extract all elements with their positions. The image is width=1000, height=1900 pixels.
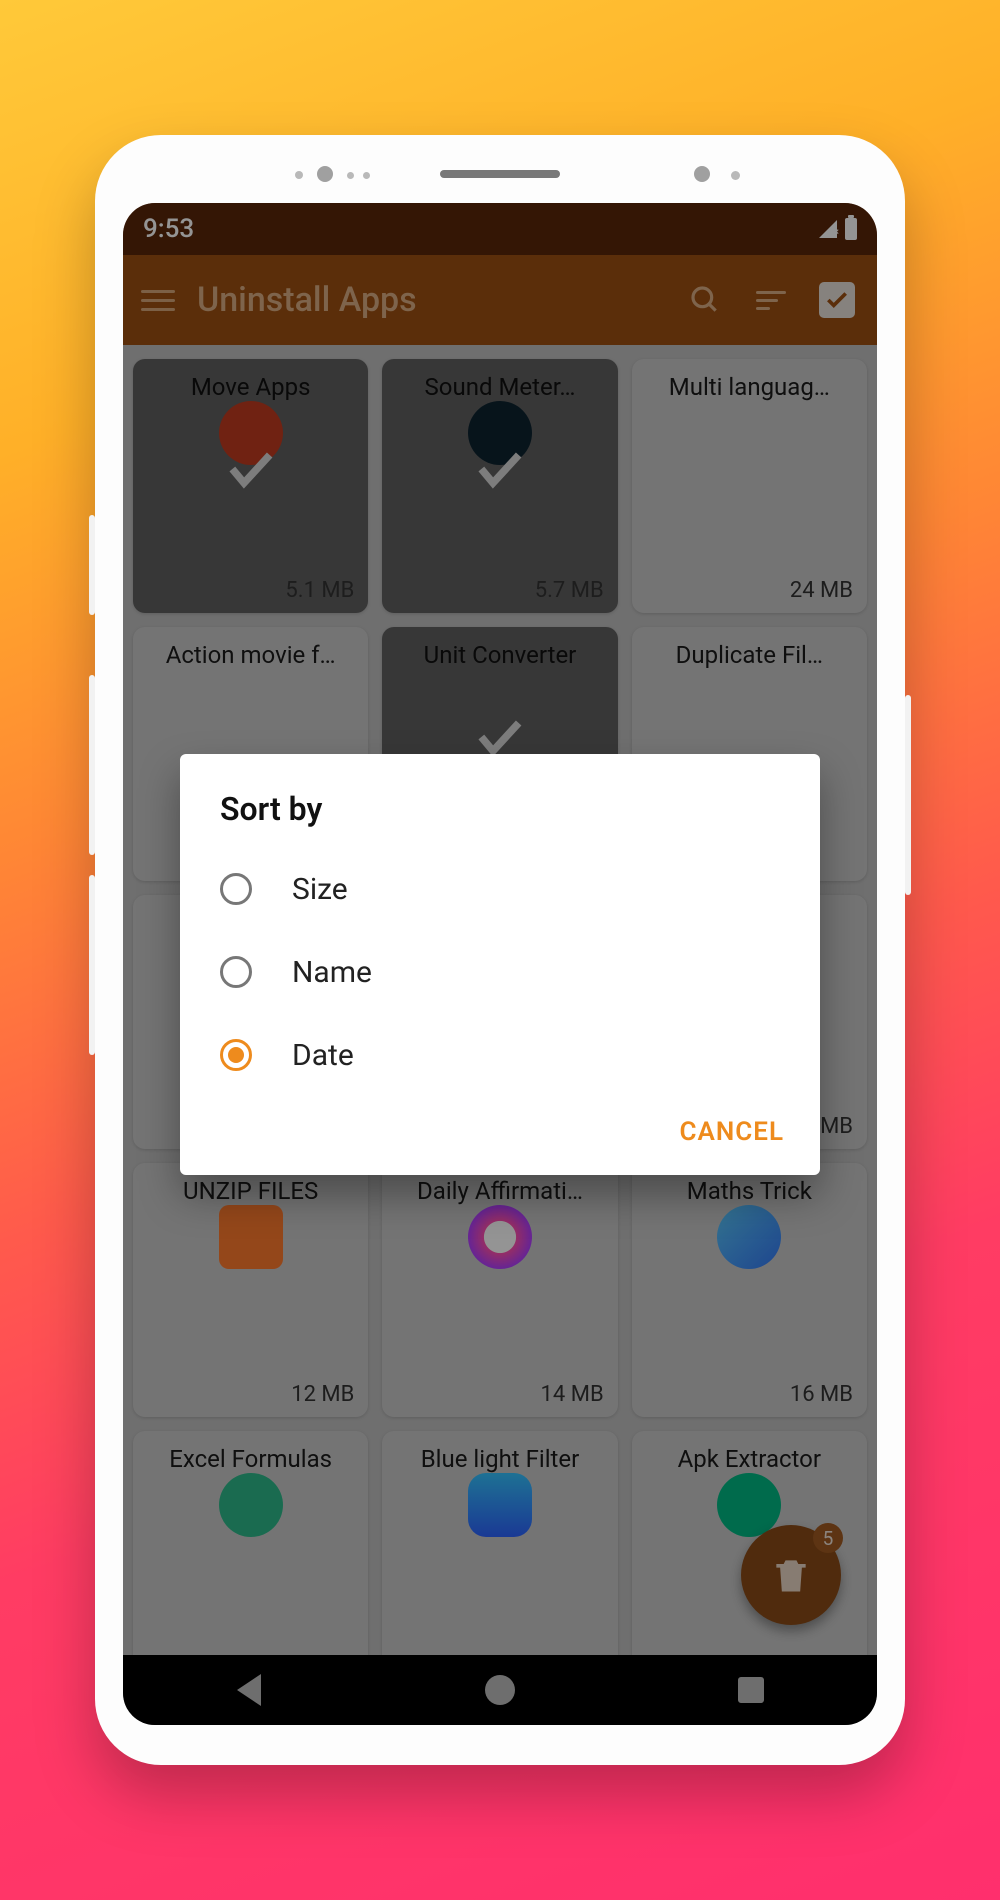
sort-option[interactable]: Name: [180, 931, 820, 1014]
phone-side-button: [89, 875, 95, 1055]
screen: 9:53 Uninstall Apps Move Apps5.1 MBSound…: [123, 203, 877, 1725]
sort-option-label: Name: [292, 955, 372, 990]
sort-option-label: Size: [292, 872, 348, 907]
dialog-scrim[interactable]: Sort by Size Name Date CANCEL: [123, 203, 877, 1725]
cancel-button[interactable]: CANCEL: [680, 1117, 784, 1147]
phone-side-button: [89, 675, 95, 855]
phone-sensor: [731, 171, 740, 180]
sort-dialog: Sort by Size Name Date CANCEL: [180, 754, 820, 1175]
radio-icon: [220, 956, 252, 988]
phone-side-button: [905, 695, 911, 895]
phone-sensor: [347, 172, 354, 179]
radio-icon: [220, 873, 252, 905]
dialog-title: Sort by: [180, 790, 820, 848]
phone-frame: 9:53 Uninstall Apps Move Apps5.1 MBSound…: [95, 135, 905, 1765]
sort-option[interactable]: Size: [180, 848, 820, 931]
phone-side-button: [89, 515, 95, 615]
phone-sensor: [295, 171, 303, 179]
radio-icon: [220, 1039, 252, 1071]
phone-speaker: [440, 170, 560, 178]
phone-sensor: [694, 166, 710, 182]
sort-option-label: Date: [292, 1038, 354, 1073]
phone-sensor: [317, 166, 333, 182]
sort-option[interactable]: Date: [180, 1014, 820, 1097]
phone-sensor: [363, 172, 370, 179]
